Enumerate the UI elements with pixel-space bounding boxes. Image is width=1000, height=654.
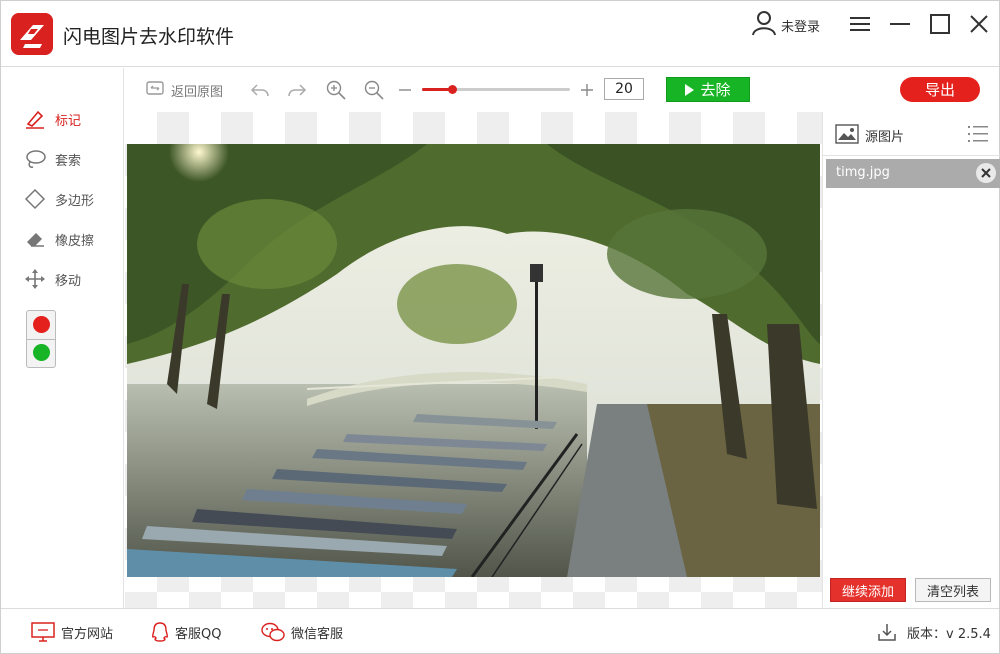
preview-image[interactable] bbox=[127, 144, 820, 577]
minus-icon bbox=[399, 89, 411, 91]
tool-lasso-label: 套索 bbox=[55, 153, 82, 169]
footer-bar: 官方网站 客服QQ 微信客服 版本：v 2.5.4 bbox=[1, 608, 999, 653]
tool-move-label: 移动 bbox=[55, 273, 82, 289]
brush-size-slider-thumb[interactable] bbox=[447, 85, 457, 94]
file-list-panel: 源图片 timg.jpg 继续添加 清空列表 bbox=[822, 112, 1000, 608]
image-canvas[interactable] bbox=[125, 112, 822, 608]
maximize-button[interactable] bbox=[926, 10, 954, 38]
tool-eraser-label: 橡皮擦 bbox=[55, 233, 95, 249]
file-list-title: 源图片 bbox=[865, 130, 905, 145]
color-divider bbox=[27, 339, 55, 340]
redo-button[interactable] bbox=[286, 78, 308, 102]
add-more-button[interactable]: 继续添加 bbox=[830, 578, 906, 602]
tool-mark[interactable]: 标记 bbox=[23, 107, 81, 131]
image-icon bbox=[835, 124, 859, 148]
eraser-icon bbox=[23, 227, 47, 251]
move-icon bbox=[23, 267, 47, 291]
undo-icon bbox=[250, 84, 269, 97]
menu-button[interactable] bbox=[846, 10, 874, 38]
zoom-in-button[interactable] bbox=[325, 78, 347, 102]
app-title: 闪电图片去水印软件 bbox=[63, 26, 235, 48]
customer-service-qq-link[interactable]: 客服QQ bbox=[151, 621, 221, 643]
export-button[interactable]: 导出 bbox=[900, 77, 980, 102]
brush-size-increase-button[interactable] bbox=[579, 78, 595, 102]
login-status-label: 未登录 bbox=[781, 19, 821, 35]
brush-size-decrease-button[interactable] bbox=[397, 78, 413, 102]
tool-lasso[interactable]: 套索 bbox=[23, 147, 81, 171]
restore-original-button[interactable]: 返回原图 bbox=[145, 78, 223, 102]
app-window: 闪电图片去水印软件 未登录 标记 套索 多边形 橡皮擦 移动 返回原图 20 去… bbox=[0, 0, 1000, 654]
customer-service-qq-label: 客服QQ bbox=[175, 626, 222, 642]
wechat-service-label: 微信客服 bbox=[291, 626, 344, 642]
version-label: 版本：v 2.5.4 bbox=[907, 626, 991, 642]
official-website-label: 官方网站 bbox=[61, 626, 114, 642]
close-icon bbox=[970, 15, 988, 33]
wechat-service-link[interactable]: 微信客服 bbox=[261, 621, 343, 643]
tool-move[interactable]: 移动 bbox=[23, 267, 81, 291]
tool-polygon[interactable]: 多边形 bbox=[23, 187, 94, 211]
tool-eraser[interactable]: 橡皮擦 bbox=[23, 227, 94, 251]
zoom-out-icon bbox=[364, 80, 384, 100]
download-icon[interactable] bbox=[877, 622, 897, 642]
qq-icon bbox=[152, 622, 168, 642]
user-icon bbox=[751, 10, 777, 40]
play-icon bbox=[685, 83, 695, 96]
redo-icon bbox=[288, 84, 307, 97]
color-picker bbox=[26, 310, 56, 368]
red-color-swatch[interactable] bbox=[33, 316, 50, 333]
brush-size-slider[interactable] bbox=[422, 85, 570, 94]
version-info: 版本：v 2.5.4 bbox=[877, 621, 991, 643]
official-website-link[interactable]: 官方网站 bbox=[31, 621, 113, 643]
wechat-icon bbox=[261, 622, 285, 642]
zoom-in-icon bbox=[326, 80, 346, 100]
brush-icon bbox=[23, 107, 47, 131]
restore-original-label: 返回原图 bbox=[171, 84, 224, 100]
list-view-icon[interactable] bbox=[967, 124, 989, 148]
green-color-swatch[interactable] bbox=[33, 344, 50, 361]
plus-icon bbox=[581, 84, 593, 96]
title-bar: 闪电图片去水印软件 未登录 bbox=[1, 1, 999, 67]
file-list-header: 源图片 bbox=[823, 112, 1000, 156]
zoom-out-button[interactable] bbox=[363, 78, 385, 102]
tool-panel: 标记 套索 多边形 橡皮擦 移动 bbox=[1, 68, 124, 608]
maximize-icon bbox=[930, 14, 950, 34]
restore-icon bbox=[145, 79, 165, 101]
undo-button[interactable] bbox=[249, 78, 271, 102]
editor-toolbar: 返回原图 20 去除 导出 bbox=[125, 68, 999, 112]
file-name: timg.jpg bbox=[836, 165, 890, 180]
clear-list-button[interactable]: 清空列表 bbox=[915, 578, 991, 602]
minimize-icon bbox=[890, 23, 910, 25]
minimize-button[interactable] bbox=[886, 10, 914, 38]
app-logo-icon bbox=[11, 13, 53, 55]
close-window-button[interactable] bbox=[965, 10, 993, 38]
remove-file-button[interactable] bbox=[976, 163, 996, 183]
file-list-item[interactable]: timg.jpg bbox=[826, 159, 1000, 188]
lasso-icon bbox=[23, 147, 47, 171]
login-button[interactable]: 未登录 bbox=[751, 11, 820, 39]
remove-watermark-button[interactable]: 去除 bbox=[666, 77, 750, 102]
tool-polygon-label: 多边形 bbox=[55, 193, 95, 209]
close-icon bbox=[981, 168, 991, 178]
brush-size-input[interactable]: 20 bbox=[604, 78, 644, 100]
polygon-icon bbox=[23, 187, 47, 211]
monitor-icon bbox=[31, 622, 55, 642]
tool-mark-label: 标记 bbox=[55, 113, 82, 129]
menu-icon bbox=[850, 17, 870, 31]
remove-watermark-label: 去除 bbox=[700, 81, 731, 99]
